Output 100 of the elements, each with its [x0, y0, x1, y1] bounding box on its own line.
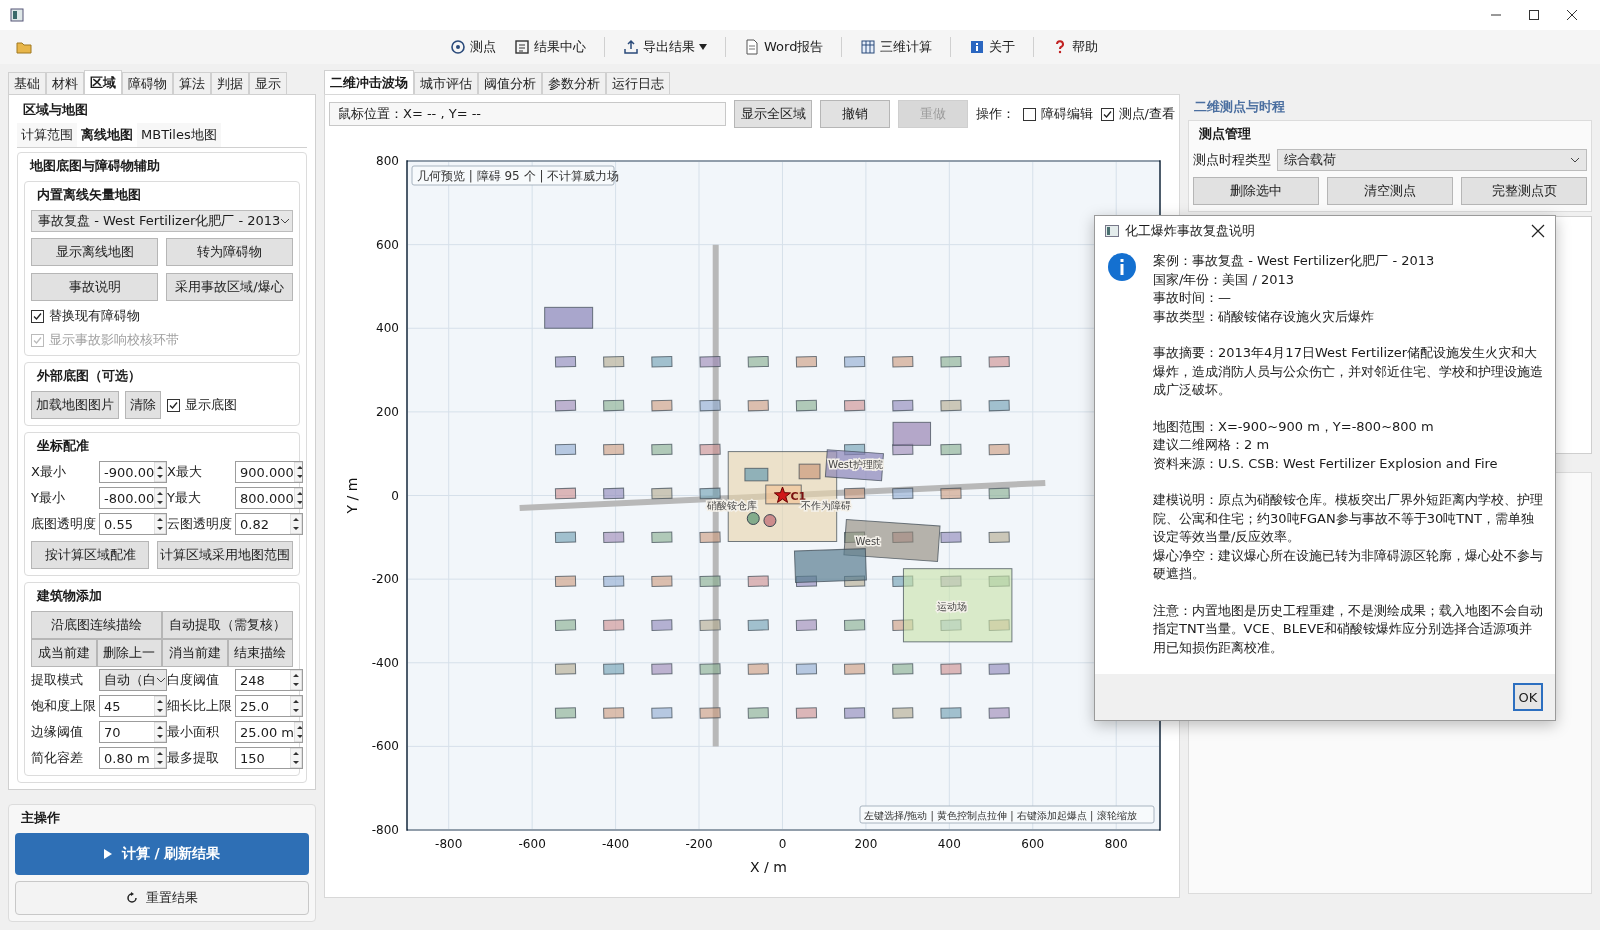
spin-box[interactable]: 0.80 m	[99, 747, 167, 769]
close-button[interactable]	[1531, 224, 1545, 238]
spin-box[interactable]: 70	[99, 721, 167, 743]
spin-arrows-icon	[154, 462, 166, 482]
tick-label: 200	[854, 837, 878, 851]
checkbox[interactable]: 替换现有障碍物	[31, 307, 293, 325]
check-icon	[33, 335, 42, 345]
tab[interactable]: 基础	[8, 72, 46, 94]
spin-box[interactable]: 0.55	[99, 513, 167, 535]
button[interactable]: 加载地图图片	[31, 391, 119, 419]
tab[interactable]: 算法	[173, 72, 211, 94]
spin-box[interactable]: -800.00	[99, 487, 167, 509]
tab[interactable]: MBTiles地图	[137, 123, 221, 147]
spin-box[interactable]: 0.82	[235, 513, 303, 535]
group-title: 建筑物添加	[35, 587, 103, 605]
spin-box[interactable]: 800.000	[235, 487, 303, 509]
toolbar-button[interactable]: 帮助	[1046, 35, 1105, 59]
field-label: 最小面积	[167, 723, 220, 741]
reset-button[interactable]: 重置结果	[15, 881, 309, 915]
tab[interactable]: 参数分析	[542, 72, 606, 94]
tick-label: 200	[376, 404, 399, 419]
message-text: 注意：内置地图是历史工程重建，不是测绘成果；载入地图不会自动指定TNT当量。VCE、BLEVE和硝酸铵爆炸应分别选择合适源项并用已知损伤距离校准。	[1153, 601, 1544, 657]
combo-value: 事故复盘 - West Fertilizer化肥厂 - 2013	[38, 212, 281, 230]
button[interactable]: 撤销	[819, 100, 890, 128]
tab[interactable]: 区域	[84, 70, 122, 94]
button[interactable]: 删除选中	[1193, 177, 1319, 205]
tab[interactable]: 显示	[249, 72, 287, 94]
calculate-button[interactable]: 计算 / 刷新结果	[15, 833, 309, 875]
upload-icon	[623, 39, 639, 55]
message-text: 事故类型：硝酸铵储存设施火灾后爆炸	[1153, 307, 1375, 326]
ok-button[interactable]: OK	[1513, 683, 1543, 711]
toolbar-button[interactable]: Word报告	[738, 35, 830, 59]
ops-label: 操作：	[975, 105, 1015, 123]
spin-box[interactable]: 900.000	[235, 461, 303, 483]
button[interactable]: 成当前建	[31, 639, 97, 667]
button[interactable]: 转为障碍物	[166, 238, 293, 266]
chevron-icon	[1570, 156, 1580, 164]
button[interactable]: 删除上一	[96, 639, 162, 667]
checkbox[interactable]: 测点/查看	[1100, 105, 1175, 123]
tab[interactable]: 运行日志	[606, 72, 670, 94]
play-icon	[103, 849, 112, 859]
field-label: X最大	[167, 463, 203, 481]
tab[interactable]: 城市评估	[414, 72, 478, 94]
toolbar-button[interactable]: 三维计算	[854, 35, 939, 59]
toolbar-button[interactable]: 测点	[444, 35, 502, 59]
spin-box[interactable]: -900.00	[99, 461, 167, 483]
button[interactable]: 自动提取（需复核）	[162, 611, 293, 639]
app-icon	[10, 8, 24, 22]
field-label: X最小	[31, 463, 67, 481]
button[interactable]: 消当前建	[162, 639, 228, 667]
spin-box[interactable]: 25.0	[235, 695, 303, 717]
field-label: 测点时程类型	[1193, 151, 1271, 169]
combo-box[interactable]: 自动（白	[99, 669, 167, 691]
combo-box[interactable]: 综合载荷	[1277, 149, 1587, 171]
checkbox[interactable]: 显示底图	[167, 396, 237, 414]
window-icon	[1105, 225, 1119, 237]
button[interactable]: 事故说明	[31, 273, 158, 301]
explosion-star-icon[interactable]	[773, 486, 791, 503]
tab[interactable]: 判据	[211, 72, 249, 94]
folder-icon	[16, 39, 32, 55]
check-icon	[169, 400, 178, 410]
toolbar-button[interactable]: 结果中心	[508, 35, 592, 59]
button[interactable]: 显示离线地图	[31, 238, 158, 266]
field-label: Y最小	[31, 489, 66, 507]
button[interactable]: 清除	[125, 391, 161, 419]
field-label: 饱和度上限	[31, 697, 97, 715]
button[interactable]: 按计算区域配准	[31, 541, 149, 569]
tab[interactable]: 二维冲击波场	[324, 70, 414, 94]
group-title: 外部底图（可选）	[36, 367, 142, 385]
field-label: 底图透明度	[31, 515, 97, 533]
spin-box[interactable]: 150	[235, 747, 303, 769]
spin-box[interactable]: 248	[235, 669, 303, 691]
checkbox[interactable]: 障碍编辑	[1022, 105, 1093, 123]
message-text: 案例：事故复盘 - West Fertilizer化肥厂 - 2013	[1153, 252, 1436, 270]
spin-box[interactable]: 25.00 m	[235, 721, 303, 743]
tab[interactable]: 障碍物	[122, 72, 173, 94]
toolbar-button[interactable]: 关于	[963, 35, 1022, 59]
document-icon	[744, 39, 760, 55]
button[interactable]: 结束描绘	[227, 639, 293, 667]
button[interactable]: 计算区域采用地图范围	[157, 541, 293, 569]
field-label: 最多提取	[167, 749, 220, 767]
info-icon	[969, 39, 986, 55]
button[interactable]: 清空测点	[1327, 177, 1453, 205]
map-combo-box[interactable]: 事故复盘 - West Fertilizer化肥厂 - 2013	[31, 210, 293, 232]
tab[interactable]: 计算范围	[17, 123, 77, 147]
tick-label: 600	[376, 237, 399, 252]
tick-label: -600	[518, 837, 546, 851]
button[interactable]: 沿底图连续描绘	[31, 611, 162, 639]
button[interactable]: 显示全区域	[734, 100, 812, 128]
field-label: 提取模式	[31, 671, 84, 689]
tick-label: -600	[371, 739, 399, 754]
tick-label: -400	[601, 837, 630, 851]
spin-box[interactable]: 45	[99, 695, 167, 717]
tab[interactable]: 材料	[46, 72, 84, 94]
tab[interactable]: 阈值分析	[478, 72, 542, 94]
button[interactable]: 采用事故区域/爆心	[166, 273, 293, 301]
chevron-icon	[280, 217, 291, 225]
toolbar-button[interactable]: 导出结果	[617, 35, 713, 59]
button[interactable]: 完整测点页	[1461, 177, 1587, 205]
tick-label: -800	[435, 837, 463, 851]
